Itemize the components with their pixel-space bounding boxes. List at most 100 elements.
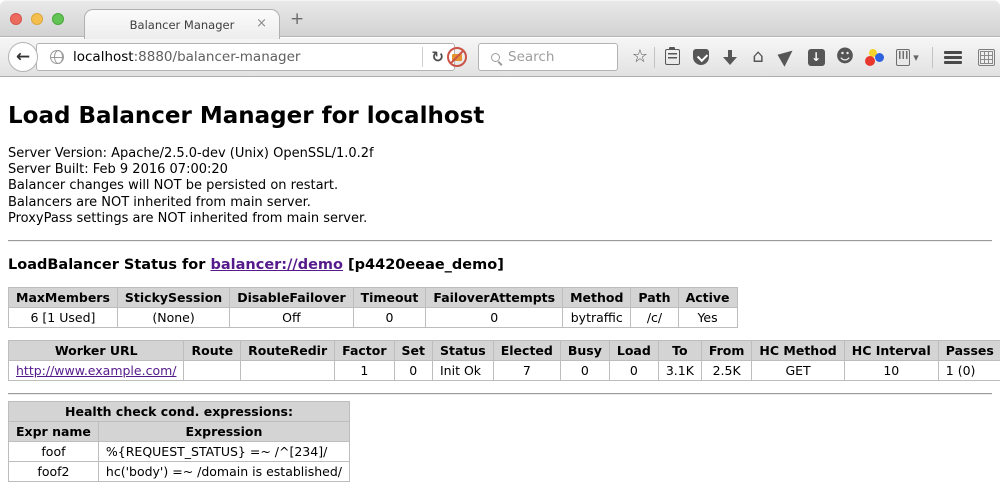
column-header: Load (609, 341, 658, 361)
table-row: foof%{REQUEST_STATUS} =~ /^[234]/ (9, 442, 350, 462)
download-arrow-glyph (723, 49, 737, 65)
smiley-glyph: ☻ (836, 48, 855, 66)
column-header: StickySession (117, 288, 229, 308)
table-cell: 1 (0) (938, 361, 1000, 381)
table-cell: %{REQUEST_STATUS} =~ /^[234]/ (98, 442, 349, 462)
hamburger-glyph (944, 51, 962, 54)
url-text[interactable]: localhost:8880/balancer-manager (73, 49, 422, 65)
column-header: Method (563, 288, 631, 308)
worker-url-link[interactable]: http://www.example.com/ (16, 363, 176, 378)
column-header: RouteRedir (241, 341, 335, 361)
table-cell: 0 (353, 308, 426, 328)
star-glyph: ☆ (632, 48, 648, 66)
column-header: Set (394, 341, 432, 361)
table-cell: bytraffic (563, 308, 631, 328)
back-arrow-icon: ← (16, 47, 30, 67)
heading-suffix: [p4420eeae_demo] (343, 257, 504, 273)
table-row: foof2hc('body') =~ /domain is establishe… (9, 462, 350, 482)
column-header: Expression (98, 422, 349, 442)
column-header: HC Method (752, 341, 844, 361)
persist-notice-line: Balancer changes will NOT be persisted o… (8, 178, 992, 194)
archive-glyph (896, 49, 910, 66)
tab-balancer-manager[interactable]: Balancer Manager × (84, 9, 280, 39)
search-icon (491, 53, 500, 62)
plane-glyph (777, 47, 797, 67)
column-header: Path (631, 288, 678, 308)
column-header: DisableFailover (230, 288, 353, 308)
column-header: Elected (493, 341, 560, 361)
tab-title: Balancer Manager (130, 18, 235, 32)
urlbar-divider (422, 47, 423, 67)
column-header: Passes (938, 341, 1000, 361)
balancer-link[interactable]: balancer://demo (210, 257, 343, 273)
column-header: Timeout (353, 288, 426, 308)
back-button[interactable]: ← (8, 42, 38, 72)
url-path: :8880/balancer-manager (134, 49, 301, 65)
close-window-button[interactable] (10, 13, 22, 25)
column-header: To (658, 341, 701, 361)
table-cell: 10 (844, 361, 938, 381)
downloads-icon[interactable] (719, 46, 741, 68)
new-tab-button[interactable]: + (290, 9, 304, 29)
search-bar[interactable] (478, 43, 618, 71)
url-domain: localhost (73, 49, 134, 65)
column-header: Factor (335, 341, 394, 361)
table-cell: hc('body') =~ /domain is established/ (98, 462, 349, 482)
column-header: Worker URL (9, 341, 184, 361)
column-header: Status (433, 341, 494, 361)
proxypass-notice-line: ProxyPass settings are NOT inherited fro… (8, 211, 992, 227)
table-cell (241, 361, 335, 381)
table-cell: 1 (335, 361, 394, 381)
zoom-window-button[interactable] (52, 13, 64, 25)
toolbar-divider (654, 47, 655, 68)
table-cell: 0 (560, 361, 609, 381)
table-row: 6 [1 Used](None)Off00bytraffic/c/Yes (9, 308, 738, 328)
color-dots-icon[interactable] (863, 46, 885, 68)
send-plane-icon[interactable] (776, 46, 798, 68)
toolbar-divider (932, 47, 933, 68)
home-icon[interactable]: ⌂ (747, 46, 769, 68)
table-cell: 0 (609, 361, 658, 381)
menu-hamburger-icon[interactable] (942, 46, 964, 68)
site-identity-globe-icon (50, 50, 64, 64)
column-header: Active (678, 288, 737, 308)
server-built-line: Server Built: Feb 9 2016 07:00:20 (8, 162, 992, 178)
column-header: HC Interval (844, 341, 938, 361)
column-header: Route (184, 341, 241, 361)
browser-window: Balancer Manager × + ← localhost:8880/ba… (0, 0, 1000, 491)
table-cell: (None) (117, 308, 229, 328)
table-cell: 3.1K (658, 361, 701, 381)
table-cell: Init Ok (433, 361, 494, 381)
page-grid-icon[interactable] (975, 46, 997, 68)
table-cell: 2.5K (701, 361, 752, 381)
table-cell (184, 361, 241, 381)
download-square-glyph: ↓ (808, 49, 825, 66)
overflow-caret-icon[interactable]: ▾ (910, 46, 922, 68)
tab-close-icon[interactable]: × (256, 16, 267, 31)
url-bar[interactable]: localhost:8880/balancer-manager ↻ (36, 43, 455, 71)
chat-smiley-icon[interactable]: ☻ (834, 46, 856, 68)
search-input[interactable] (508, 49, 617, 65)
divider (8, 393, 992, 395)
reading-list-icon[interactable] (661, 46, 683, 68)
balancer-params-table: MaxMembersStickySessionDisableFailoverTi… (8, 287, 738, 328)
bookmark-star-icon[interactable]: ☆ (629, 46, 651, 68)
pocket-glyph (693, 49, 709, 65)
reload-button[interactable]: ↻ (431, 48, 444, 66)
table-cell: GET (752, 361, 844, 381)
column-header: From (701, 341, 752, 361)
table-cell: 6 [1 Used] (9, 308, 118, 328)
flash-block-icon[interactable] (447, 47, 467, 67)
tab-bar: Balancer Manager × + (0, 0, 1000, 37)
window-controls (10, 13, 64, 25)
column-header: FailoverAttempts (426, 288, 563, 308)
download-square-icon[interactable]: ↓ (805, 46, 827, 68)
column-header: MaxMembers (9, 288, 118, 308)
clipboard-glyph (665, 49, 680, 65)
minimize-window-button[interactable] (31, 13, 43, 25)
table-row: http://www.example.com/ 10Init Ok7003.1K… (9, 361, 1000, 381)
inherit-notice-line: Balancers are NOT inherited from main se… (8, 195, 992, 211)
server-version-line: Server Version: Apache/2.5.0-dev (Unix) … (8, 146, 992, 162)
table-cell: 7 (493, 361, 560, 381)
pocket-icon[interactable] (690, 46, 712, 68)
